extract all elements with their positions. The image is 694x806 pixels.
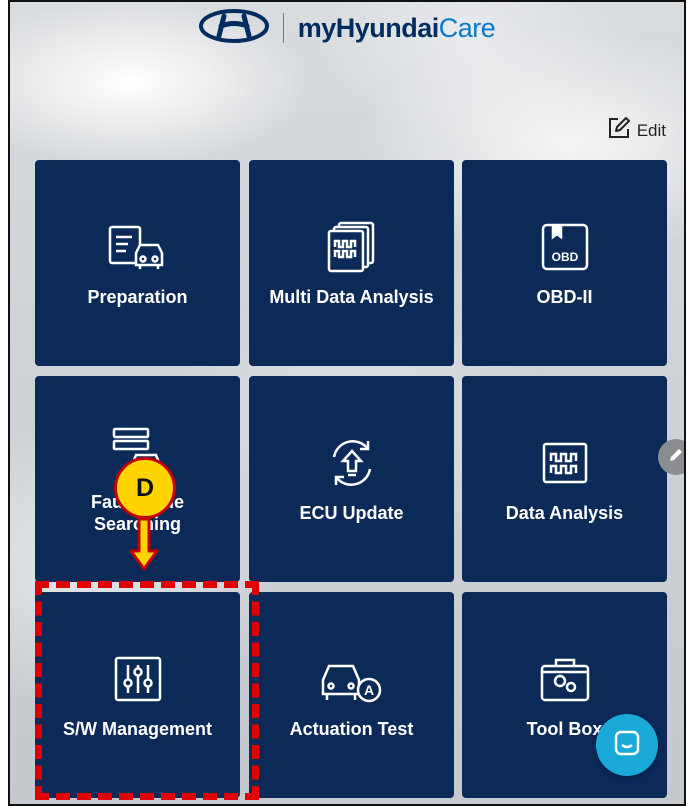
app-frame: myHyundaiCare Edit Preparation Multi Dat… [8,0,686,806]
waveform-icon [541,435,589,491]
obd-connector-icon: OBD [539,219,591,275]
chat-icon [612,728,642,763]
tile-label: Tool Box [526,718,603,739]
edit-square-icon [607,116,631,145]
tile-label: Multi Data Analysis [269,286,434,307]
checklist-car-icon [106,219,170,275]
refresh-upload-icon [324,435,380,491]
hyundai-logo-icon [198,8,269,48]
tile-preparation[interactable]: Preparation [35,160,240,366]
callout-marker: D [114,457,176,519]
down-arrow-icon [128,517,160,578]
side-edit-button[interactable] [658,439,684,475]
tile-label: ECU Update [299,502,404,523]
tile-obd-ii[interactable]: OBD OBD-II [462,160,667,366]
header: myHyundaiCare [10,8,684,48]
tile-data-analysis[interactable]: Data Analysis [462,376,667,582]
toolbox-gear-icon [538,651,592,707]
brand-name: myHyundaiCare [297,12,496,43]
tile-actuation-test[interactable]: A Actuation Test [249,592,454,798]
svg-text:OBD: OBD [551,250,578,264]
logo-divider [282,13,284,43]
tile-label: S/W Management [62,718,213,739]
tile-multi-data-analysis[interactable]: Multi Data Analysis [249,160,454,366]
tile-label: Data Analysis [505,502,624,523]
tile-sw-management[interactable]: S/W Management [35,592,240,798]
tile-label: Preparation [87,286,188,307]
edit-label: Edit [636,120,666,140]
svg-text:A: A [363,682,373,698]
tile-label: OBD-II [536,286,593,307]
car-actuation-icon: A [319,651,385,707]
stacked-waveform-icon [325,219,379,275]
tile-ecu-update[interactable]: ECU Update [249,376,454,582]
sliders-icon [113,651,163,707]
tile-label: Actuation Test [289,718,414,739]
edit-button[interactable]: Edit [607,116,666,145]
chat-button[interactable] [596,714,658,776]
pencil-icon [667,446,684,469]
